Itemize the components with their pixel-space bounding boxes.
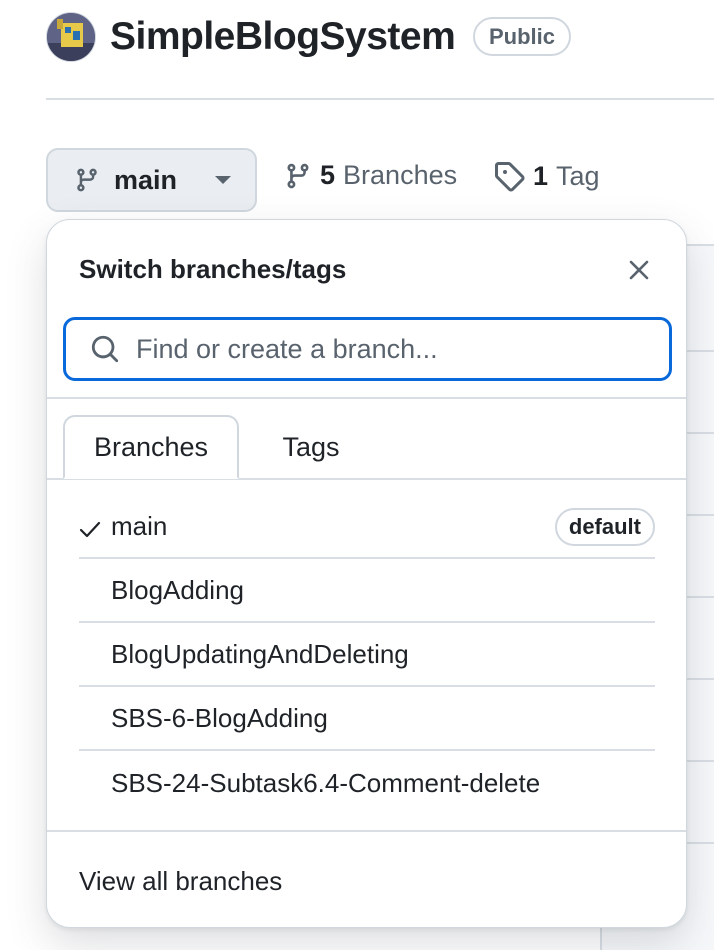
branch-search-field[interactable] bbox=[63, 317, 672, 381]
file-row-divider bbox=[686, 432, 714, 434]
branch-selector-button[interactable]: main bbox=[46, 148, 257, 212]
divider bbox=[47, 830, 686, 832]
dropdown-title: Switch branches/tags bbox=[79, 254, 347, 284]
page: SimpleBlogSystem Public main 5 Branches … bbox=[0, 0, 714, 950]
branch-name: SBS-6-BlogAdding bbox=[111, 702, 328, 733]
branch-item-blogupdatinganddeleting[interactable]: BlogUpdatingAndDeleting bbox=[79, 623, 655, 687]
file-row-divider bbox=[686, 596, 714, 598]
tag-icon bbox=[495, 162, 525, 192]
header-divider bbox=[46, 98, 714, 100]
branch-item-main[interactable]: main default bbox=[79, 495, 655, 559]
branch-search-input[interactable] bbox=[136, 333, 636, 365]
branch-switcher-dropdown: Switch branches/tags Branches Tags main bbox=[46, 219, 687, 928]
branch-item-blogadding[interactable]: BlogAdding bbox=[79, 559, 655, 623]
branch-list: main default BlogAdding BlogUpdatingAndD… bbox=[79, 495, 655, 815]
chevron-down-icon bbox=[215, 176, 232, 184]
git-branch-icon bbox=[287, 163, 309, 188]
check-icon bbox=[79, 521, 101, 538]
close-icon bbox=[629, 260, 649, 280]
tags-count: 1 bbox=[533, 160, 549, 191]
tab-bar: Branches Tags bbox=[63, 415, 686, 479]
close-button[interactable] bbox=[625, 256, 653, 284]
file-row-divider bbox=[686, 760, 714, 762]
branch-name: BlogUpdatingAndDeleting bbox=[111, 638, 409, 669]
owner-avatar[interactable] bbox=[46, 12, 96, 62]
file-row-divider bbox=[686, 678, 714, 680]
view-all-branches-link[interactable]: View all branches bbox=[79, 866, 282, 897]
avatar-image bbox=[47, 13, 95, 61]
tags-link[interactable]: 1 Tag bbox=[493, 160, 600, 192]
branch-item-sbs-24-subtask[interactable]: SBS-24-Subtask6.4-Comment-delete bbox=[79, 751, 655, 815]
search-icon bbox=[91, 335, 119, 363]
file-row-divider bbox=[686, 350, 714, 352]
branches-count: 5 bbox=[320, 160, 336, 190]
file-row-divider bbox=[686, 514, 714, 516]
tab-branches[interactable]: Branches bbox=[63, 415, 239, 479]
branches-link[interactable]: 5 Branches bbox=[284, 160, 457, 191]
default-badge: default bbox=[554, 508, 655, 546]
divider bbox=[47, 397, 686, 399]
current-branch-label: main bbox=[114, 164, 178, 195]
git-branch-icon bbox=[77, 168, 97, 192]
visibility-badge: Public bbox=[473, 17, 572, 56]
branch-item-sbs-6-blogadding[interactable]: SBS-6-BlogAdding bbox=[79, 687, 655, 751]
repo-title[interactable]: SimpleBlogSystem bbox=[110, 14, 456, 60]
tab-tags[interactable]: Tags bbox=[248, 415, 374, 479]
branches-label: Branches bbox=[343, 160, 458, 190]
file-row-divider bbox=[686, 842, 714, 844]
tags-label: Tag bbox=[556, 160, 600, 191]
branch-name: main bbox=[111, 510, 168, 541]
branch-name: SBS-24-Subtask6.4-Comment-delete bbox=[111, 767, 541, 798]
branch-name: BlogAdding bbox=[111, 574, 244, 605]
